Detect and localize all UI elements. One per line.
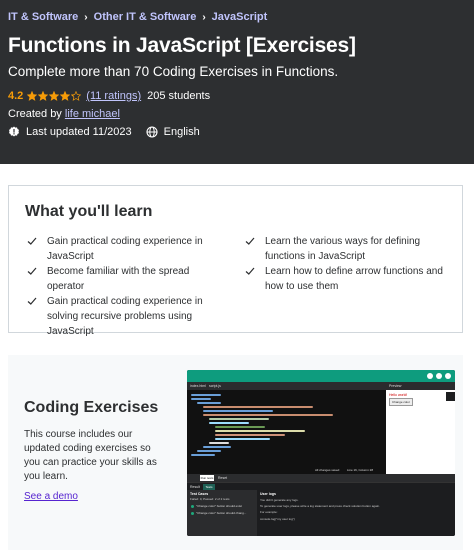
window-dot — [445, 373, 451, 379]
learn-item-text: Gain practical coding experience in solv… — [47, 296, 203, 337]
what-youll-learn: What you'll learn Gain practical coding … — [8, 185, 463, 337]
reset-button: Reset — [218, 476, 228, 480]
code-line — [203, 410, 273, 412]
check-icon — [27, 237, 37, 245]
run-bar: Run tests Reset — [187, 474, 455, 482]
test-cases-title: Test Cases — [190, 492, 209, 496]
code-line — [191, 398, 211, 400]
learn-item: Learn the various ways for defining func… — [244, 234, 445, 264]
star-icon — [27, 91, 38, 101]
preview-pane: Preview Hello world! Change color — [386, 382, 455, 474]
course-meta: Last updated 11/2023 English — [8, 126, 214, 138]
learn-item: Learn how to define arrow functions and … — [244, 264, 445, 294]
created-by-label: Created by — [8, 108, 62, 120]
code-line — [209, 418, 269, 420]
coding-exercise-screenshot: index.html script.js All changes saved L… — [187, 370, 455, 536]
check-icon — [245, 267, 255, 275]
code-line — [191, 454, 215, 456]
code-line — [197, 450, 221, 452]
user-log-line: For example: — [260, 510, 278, 514]
learn-item-text: Gain practical coding experience in Java… — [47, 236, 203, 262]
code-line — [215, 426, 265, 428]
window-dot — [427, 373, 433, 379]
user-logs-panel: User logs You didn't generate any logs. … — [257, 490, 455, 536]
instructor-link[interactable]: life michael — [65, 108, 120, 120]
learn-item: Become familiar with the spread operator — [26, 264, 227, 294]
check-icon — [245, 237, 255, 245]
code-line — [215, 430, 305, 432]
file-tab-script: script.js — [209, 384, 221, 388]
learn-item: Gain practical coding experience in solv… — [26, 294, 227, 339]
coding-exercises-title: Coding Exercises — [24, 399, 159, 416]
preview-label: Preview — [389, 384, 402, 388]
check-icon — [27, 267, 37, 275]
language-text: English — [163, 126, 200, 138]
test-summary: Failed: 0, Passed: 2 of 2 tests — [190, 497, 230, 501]
alert-badge-icon — [9, 126, 19, 137]
star-icon — [38, 91, 49, 101]
course-header: IT & Software › Other IT & Software › Ja… — [0, 0, 474, 164]
breadcrumb-link-javascript[interactable]: JavaScript — [212, 11, 268, 23]
code-line — [197, 402, 221, 404]
rating-value: 4.2 — [8, 90, 24, 102]
screenshot-top-bar — [187, 370, 455, 382]
code-line — [203, 446, 231, 448]
learn-item-text: Learn the various ways for defining func… — [265, 236, 421, 262]
test-cases-panel: Test Cases Failed: 0, Passed: 2 of 2 tes… — [187, 490, 257, 536]
learn-item-text: Learn how to define arrow functions and … — [265, 266, 443, 292]
code-editor: All changes saved Line 16, Column 28 — [187, 390, 386, 474]
star-icon — [71, 91, 82, 101]
preview-header: Preview — [386, 382, 455, 390]
status-cursor: Line 16, Column 28 — [347, 468, 374, 472]
language: English — [146, 126, 200, 138]
course-title: Functions in JavaScript [Exercises] — [8, 34, 356, 57]
window-dot — [436, 373, 442, 379]
code-file-tabs: index.html script.js — [187, 382, 386, 390]
code-line — [215, 434, 285, 436]
globe-icon — [146, 126, 158, 138]
last-updated: Last updated 11/2023 — [8, 126, 132, 138]
results-tabs: Result Tests — [187, 482, 455, 490]
star-icon — [49, 91, 60, 101]
coding-exercises-description: This course includes our updated coding … — [24, 429, 157, 482]
star-icon — [60, 91, 71, 101]
user-log-line: You didn't generate any logs. — [260, 498, 299, 502]
ratings-count-link[interactable]: (11 ratings) — [86, 90, 141, 102]
breadcrumb: IT & Software › Other IT & Software › Ja… — [8, 11, 267, 23]
code-line — [203, 414, 333, 416]
breadcrumb-link-other-it-software[interactable]: Other IT & Software — [94, 11, 197, 23]
code-line — [203, 406, 313, 408]
learn-item: Gain practical coding experience in Java… — [26, 234, 227, 264]
breadcrumb-link-it-software[interactable]: IT & Software — [8, 11, 78, 23]
created-by: Created by life michael — [8, 108, 120, 120]
file-tab-index: index.html — [190, 384, 206, 388]
test-case-row: "Change color" button should chang... — [189, 510, 255, 516]
code-line — [209, 422, 249, 424]
status-saved: All changes saved — [315, 468, 340, 472]
learn-item-text: Become familiar with the spread operator — [47, 266, 190, 292]
code-line — [215, 438, 270, 440]
user-logs-title: User logs — [260, 492, 276, 496]
coding-exercises-section: Coding Exercises This course includes ou… — [8, 355, 463, 550]
code-line — [191, 394, 221, 396]
star-rating — [27, 91, 82, 101]
preview-change-color-button: Change color — [389, 398, 413, 406]
rating-row: 4.2 (11 ratings) 205 students — [8, 90, 210, 102]
chevron-right-icon: › — [84, 11, 88, 23]
students-count: 205 students — [147, 90, 211, 102]
preview-hello-text: Hello world! — [389, 393, 408, 397]
test-case-row: "Change color" button should exist — [189, 503, 255, 509]
run-tests-button: Run tests — [200, 475, 214, 481]
chevron-right-icon: › — [202, 11, 206, 23]
preview-expand-icon — [446, 392, 455, 401]
check-icon — [27, 297, 37, 305]
course-subtitle: Complete more than 70 Coding Exercises i… — [8, 64, 339, 79]
last-updated-text: Last updated 11/2023 — [26, 126, 132, 138]
see-a-demo-link[interactable]: See a demo — [24, 491, 78, 502]
learn-title: What you'll learn — [25, 203, 153, 220]
code-line — [209, 442, 229, 444]
user-log-line: To generate user logs, please write a lo… — [260, 504, 380, 508]
user-log-line: console.log("my user log") — [260, 517, 295, 521]
